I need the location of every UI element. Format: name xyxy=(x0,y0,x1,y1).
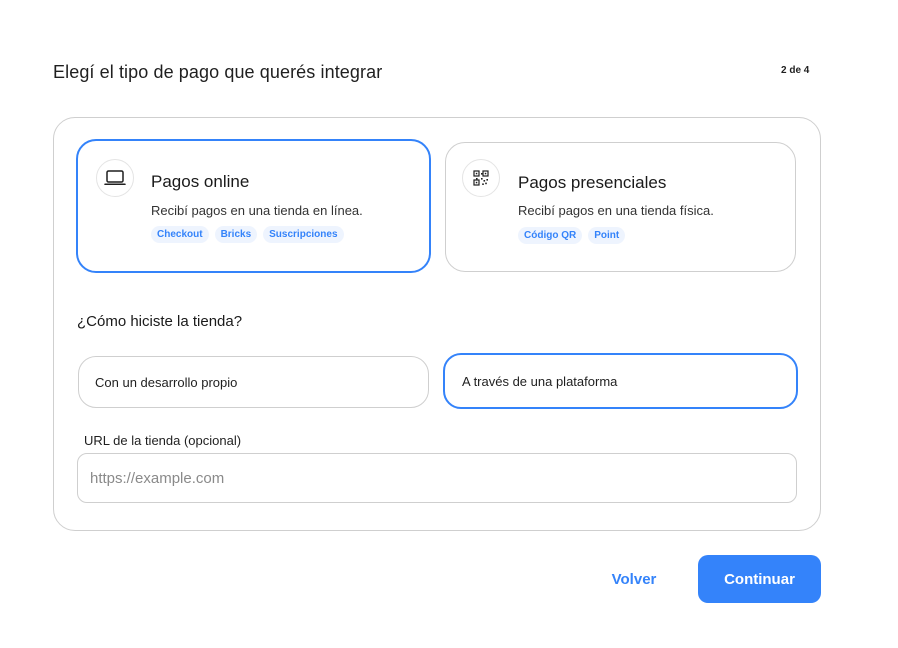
step-indicator: 2 de 4 xyxy=(781,65,810,76)
store-url-input[interactable] xyxy=(77,453,797,503)
continue-button[interactable]: Continuar xyxy=(698,555,821,603)
tag-point: Point xyxy=(588,227,626,244)
payment-option-online[interactable]: Pagos online Recibí pagos en una tienda … xyxy=(76,139,431,273)
store-question-label: ¿Cómo hiciste la tienda? xyxy=(77,313,243,330)
payment-option-title: Pagos online xyxy=(151,172,250,191)
store-option-desarrollo-propio[interactable]: Con un desarrollo propio xyxy=(78,356,429,408)
tag-codigo-qr: Código QR xyxy=(518,227,583,244)
tag-list: Código QR Point xyxy=(518,227,626,244)
back-button[interactable]: Volver xyxy=(600,562,668,596)
store-url-label: URL de la tienda (opcional) xyxy=(84,433,242,448)
tag-list: Checkout Bricks Suscripciones xyxy=(151,226,344,243)
payment-option-description: Recibí pagos en una tienda física. xyxy=(518,203,714,218)
payment-option-title: Pagos presenciales xyxy=(518,173,667,192)
store-option-label: A través de una plataforma xyxy=(462,373,618,389)
tag-suscripciones: Suscripciones xyxy=(263,226,344,243)
laptop-icon xyxy=(96,159,134,197)
tag-checkout: Checkout xyxy=(151,226,209,243)
payment-option-presencial[interactable]: Pagos presenciales Recibí pagos en una t… xyxy=(445,142,796,272)
payment-option-description: Recibí pagos en una tienda en línea. xyxy=(151,203,363,218)
tag-bricks: Bricks xyxy=(214,226,258,243)
store-option-label: Con un desarrollo propio xyxy=(95,374,238,390)
integration-wizard-page: Elegí el tipo de pago que querés integra… xyxy=(0,0,898,648)
qr-code-icon xyxy=(462,159,500,197)
store-option-plataforma[interactable]: A través de una plataforma xyxy=(443,353,798,409)
page-title: Elegí el tipo de pago que querés integra… xyxy=(53,62,383,82)
